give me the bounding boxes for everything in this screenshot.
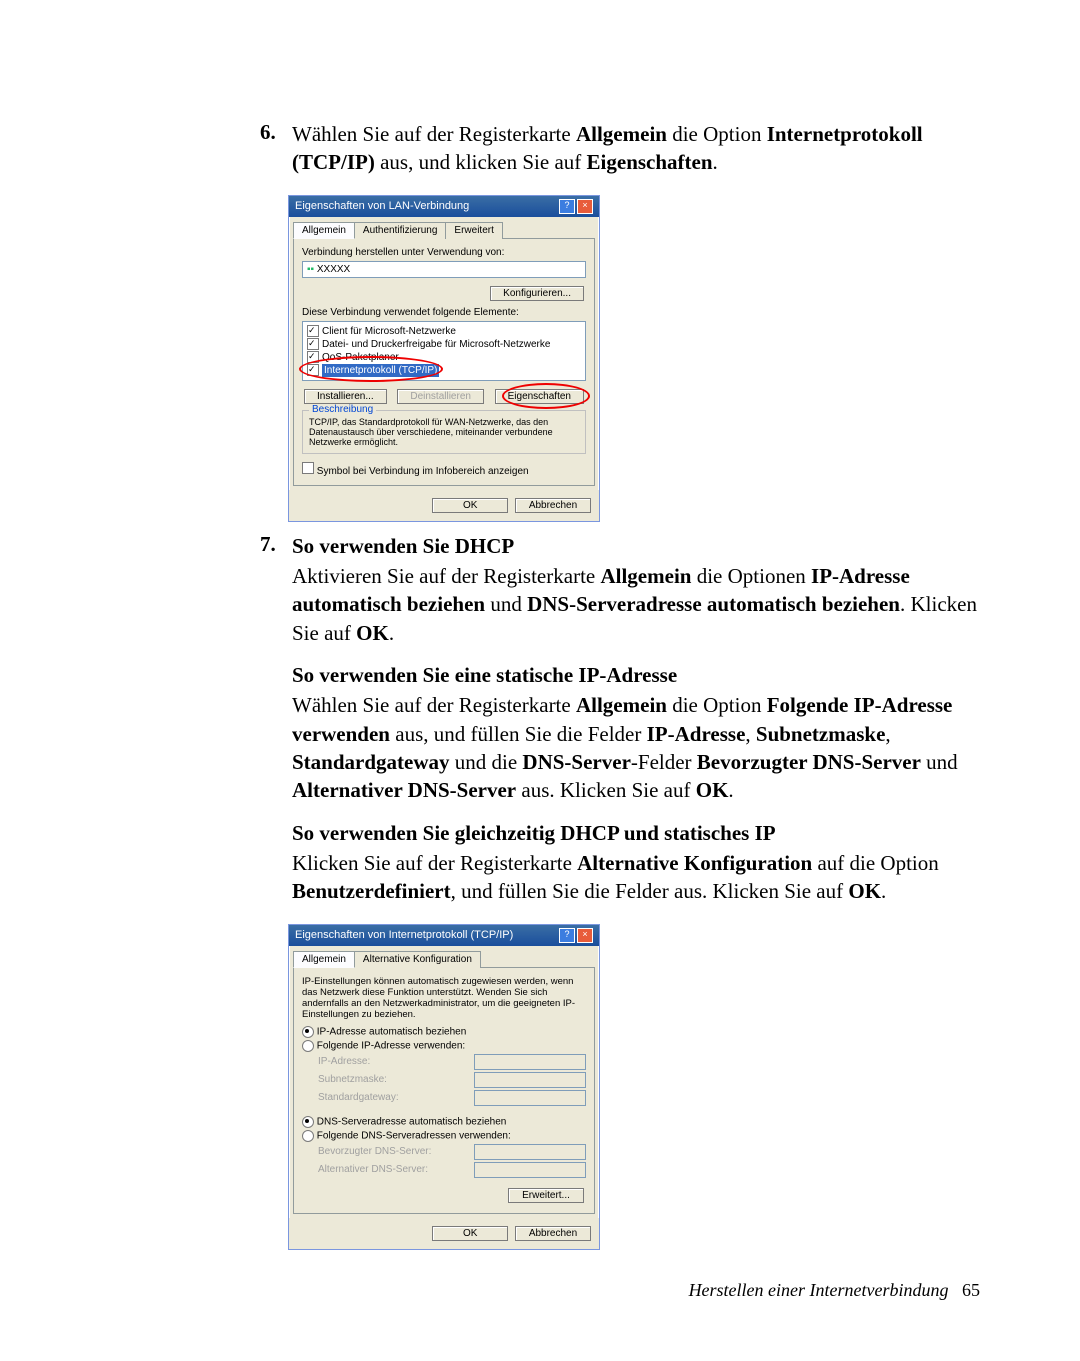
step-number: 7. xyxy=(260,532,288,557)
radio-auto-dns[interactable] xyxy=(302,1116,314,1128)
uses-label: Diese Verbindung verwendet folgende Elem… xyxy=(302,307,586,318)
uninstall-button: Deinstallieren xyxy=(397,389,484,404)
heading-static: So verwenden Sie eine statische IP-Adres… xyxy=(292,661,980,689)
checkbox-icon[interactable] xyxy=(307,338,319,350)
intro-text: IP-Einstellungen können automatisch zuge… xyxy=(302,976,586,1020)
configure-button[interactable]: Konfigurieren... xyxy=(490,286,584,301)
properties-button[interactable]: Eigenschaften xyxy=(495,389,584,404)
mask-field xyxy=(474,1072,586,1088)
footer-title: Herstellen einer Internetverbindung xyxy=(689,1280,949,1300)
dns1-label: Bevorzugter DNS-Server: xyxy=(318,1146,431,1157)
tab-erweitert[interactable]: Erweitert xyxy=(445,222,502,239)
window-title: Eigenschaften von LAN-Verbindung xyxy=(295,200,469,212)
group-label: Beschreibung xyxy=(309,404,376,415)
dns2-label: Alternativer DNS-Server: xyxy=(318,1164,428,1175)
page-number: 65 xyxy=(962,1280,980,1300)
tabs: Allgemein Authentifizierung Erweitert xyxy=(293,221,595,238)
close-icon[interactable]: × xyxy=(577,199,593,214)
ok-button[interactable]: OK xyxy=(432,1226,508,1241)
window-title: Eigenschaften von Internetprotokoll (TCP… xyxy=(295,929,513,941)
radio-static-dns[interactable] xyxy=(302,1130,314,1142)
paragraph: Wählen Sie auf der Registerkarte Allgeme… xyxy=(292,691,980,804)
paragraph: Klicken Sie auf der Registerkarte Altern… xyxy=(292,849,980,906)
help-icon[interactable]: ? xyxy=(559,199,575,214)
ip-label: IP-Adresse: xyxy=(318,1056,370,1067)
page-content: 6. Wählen Sie auf der Registerkarte Allg… xyxy=(0,0,1080,1361)
help-icon[interactable]: ? xyxy=(559,928,575,943)
heading-both: So verwenden Sie gleichzeitig DHCP und s… xyxy=(292,819,980,847)
show-icon-checkbox[interactable] xyxy=(302,462,314,474)
step-text: Wählen Sie auf der Registerkarte Allgeme… xyxy=(292,120,980,177)
ok-button[interactable]: OK xyxy=(432,498,508,513)
advanced-button[interactable]: Erweitert... xyxy=(508,1188,584,1203)
ip-field xyxy=(474,1054,586,1070)
cancel-button[interactable]: Abbrechen xyxy=(515,1226,591,1241)
step-number: 6. xyxy=(260,120,288,145)
step-6: 6. Wählen Sie auf der Registerkarte Allg… xyxy=(260,120,980,177)
page-footer: Herstellen einer Internetverbindung 65 xyxy=(260,1280,980,1301)
tab-auth[interactable]: Authentifizierung xyxy=(354,222,447,239)
gateway-label: Standardgateway: xyxy=(318,1092,399,1103)
heading-dhcp: So verwenden Sie DHCP xyxy=(292,532,980,560)
connect-label: Verbindung herstellen unter Verwendung v… xyxy=(302,247,586,258)
radio-auto-ip[interactable] xyxy=(302,1026,314,1038)
step-7: 7. So verwenden Sie DHCP Aktivieren Sie … xyxy=(260,532,980,906)
description-text: TCP/IP, das Standardprotokoll für WAN-Ne… xyxy=(309,417,579,447)
step-text: So verwenden Sie DHCP Aktivieren Sie auf… xyxy=(292,532,980,906)
gateway-field xyxy=(474,1090,586,1106)
tab-allgemein[interactable]: Allgemein xyxy=(293,951,355,968)
tab-panel: IP-Einstellungen können automatisch zuge… xyxy=(293,967,595,1214)
titlebar: Eigenschaften von LAN-Verbindung ? × xyxy=(289,196,599,217)
adapter-icon: ▪▪ xyxy=(307,264,314,275)
tcpip-item[interactable]: Internetprotokoll (TCP/IP) xyxy=(322,364,439,377)
components-list[interactable]: Client für Microsoft-Netzwerke Datei- un… xyxy=(302,321,586,381)
description-group: Beschreibung TCP/IP, das Standardprotoko… xyxy=(302,410,586,454)
show-icon-label: Symbol bei Verbindung im Infobereich anz… xyxy=(317,466,529,477)
tabs: Allgemein Alternative Konfiguration xyxy=(293,950,595,967)
screenshot-tcpip-properties: Eigenschaften von Internetprotokoll (TCP… xyxy=(288,924,600,1250)
close-icon[interactable]: × xyxy=(577,928,593,943)
adapter-field[interactable]: ▪▪ XXXXX xyxy=(302,261,586,278)
tab-panel: Verbindung herstellen unter Verwendung v… xyxy=(293,238,595,486)
tab-allgemein[interactable]: Allgemein xyxy=(293,222,355,239)
dns1-field xyxy=(474,1144,586,1160)
adapter-name: XXXXX xyxy=(317,264,350,275)
screenshot-lan-properties: Eigenschaften von LAN-Verbindung ? × All… xyxy=(288,195,600,522)
mask-label: Subnetzmaske: xyxy=(318,1074,387,1085)
checkbox-icon[interactable] xyxy=(307,364,319,376)
tab-altconfig[interactable]: Alternative Konfiguration xyxy=(354,951,481,968)
checkbox-icon[interactable] xyxy=(307,325,319,337)
paragraph: Aktivieren Sie auf der Registerkarte All… xyxy=(292,562,980,647)
dns2-field xyxy=(474,1162,586,1178)
cancel-button[interactable]: Abbrechen xyxy=(515,498,591,513)
checkbox-icon[interactable] xyxy=(307,351,319,363)
titlebar: Eigenschaften von Internetprotokoll (TCP… xyxy=(289,925,599,946)
install-button[interactable]: Installieren... xyxy=(304,389,387,404)
radio-static-ip[interactable] xyxy=(302,1040,314,1052)
